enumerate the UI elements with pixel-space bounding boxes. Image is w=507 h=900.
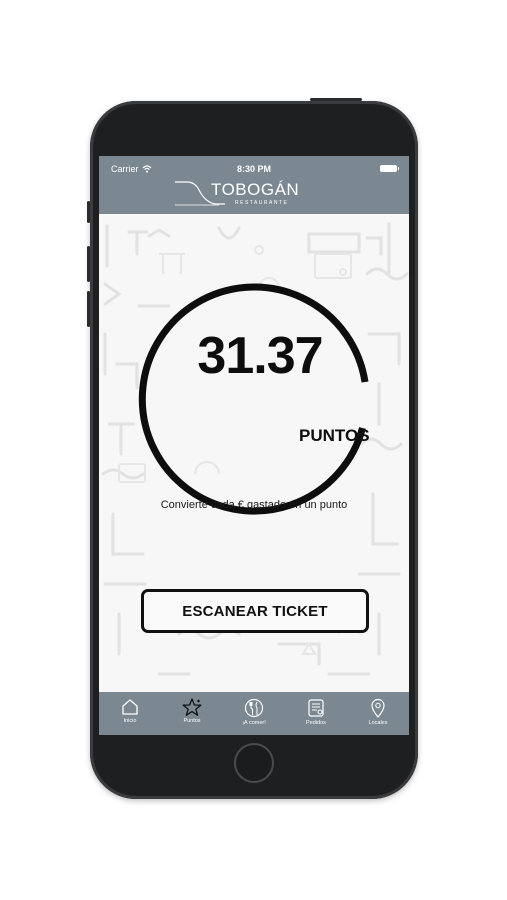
tab-label: Locales (368, 720, 388, 726)
tab-label: Puntos (183, 718, 201, 724)
volume-up-button (87, 246, 90, 282)
order-list-icon (308, 699, 324, 717)
home-icon (122, 699, 138, 715)
tab-label: ¡A comer! (242, 720, 266, 726)
volume-down-button (87, 291, 90, 327)
scan-ticket-button[interactable]: ESCANEAR TICKET (141, 589, 369, 633)
tab-label: Inicio (123, 718, 137, 724)
phone-frame: Carrier 8:30 PM TOBOGÁN RESTAURANTE 31.3… (87, 98, 418, 799)
tab-pedidos[interactable]: Pedidos (285, 692, 347, 735)
points-value: 31.37 (197, 327, 323, 385)
home-button[interactable] (234, 743, 274, 783)
cutlery-icon (244, 698, 264, 718)
tab-bar: Inicio Puntos ¡A comer! Pedidos Locales (99, 692, 409, 735)
tab-locales[interactable]: Locales (347, 692, 409, 735)
star-icon (182, 698, 202, 716)
tab-inicio[interactable]: Inicio (99, 692, 161, 735)
mute-switch (87, 201, 90, 223)
tab-label: Pedidos (306, 720, 326, 726)
points-hint: Convierte cada € gastado en un punto (160, 499, 348, 511)
app-screen: Carrier 8:30 PM TOBOGÁN RESTAURANTE 31.3… (99, 156, 409, 735)
points-unit-label: PUNTOS (299, 426, 370, 445)
tab-a-comer[interactable]: ¡A comer! (223, 692, 285, 735)
tab-puntos[interactable]: Puntos (161, 692, 223, 735)
location-pin-icon (371, 698, 385, 718)
app-preview: Carrier 8:30 PM TOBOGÁN RESTAURANTE 31.3… (0, 0, 507, 900)
power-button (310, 98, 362, 101)
